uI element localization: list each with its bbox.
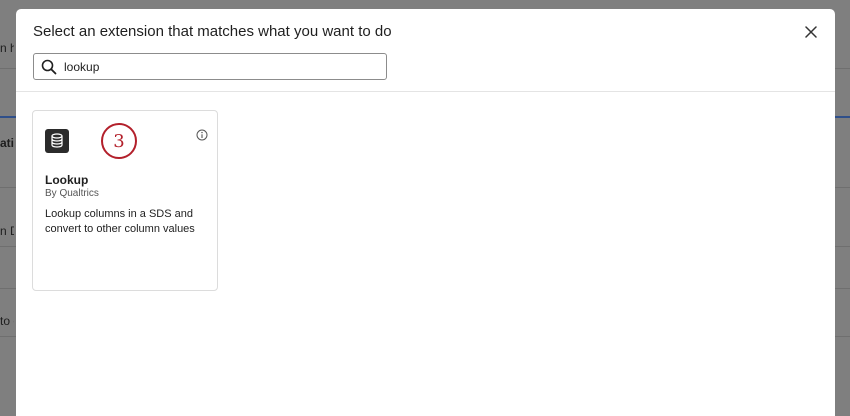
info-icon[interactable]	[196, 129, 208, 141]
extension-picker-modal: Select an extension that matches what yo…	[16, 9, 835, 416]
extension-card-lookup[interactable]: 3 Lookup By Qualtrics Lookup columns in …	[32, 110, 218, 291]
background-text: n Da	[0, 224, 14, 238]
modal-divider	[16, 91, 835, 92]
card-title: Lookup	[45, 173, 89, 187]
card-vendor: By Qualtrics	[45, 188, 99, 199]
background-text: atis	[0, 136, 14, 150]
background-text: to c	[0, 314, 14, 328]
search-icon	[40, 58, 58, 76]
close-button[interactable]	[801, 22, 821, 42]
background-text: n his	[0, 41, 14, 55]
card-description: Lookup columns in a SDS and convert to o…	[45, 208, 195, 235]
search-input[interactable]	[64, 54, 364, 79]
database-icon	[45, 129, 69, 153]
search-box[interactable]	[33, 53, 387, 80]
close-icon	[805, 26, 817, 38]
modal-title: Select an extension that matches what yo…	[33, 23, 392, 40]
step-badge: 3	[101, 123, 137, 159]
